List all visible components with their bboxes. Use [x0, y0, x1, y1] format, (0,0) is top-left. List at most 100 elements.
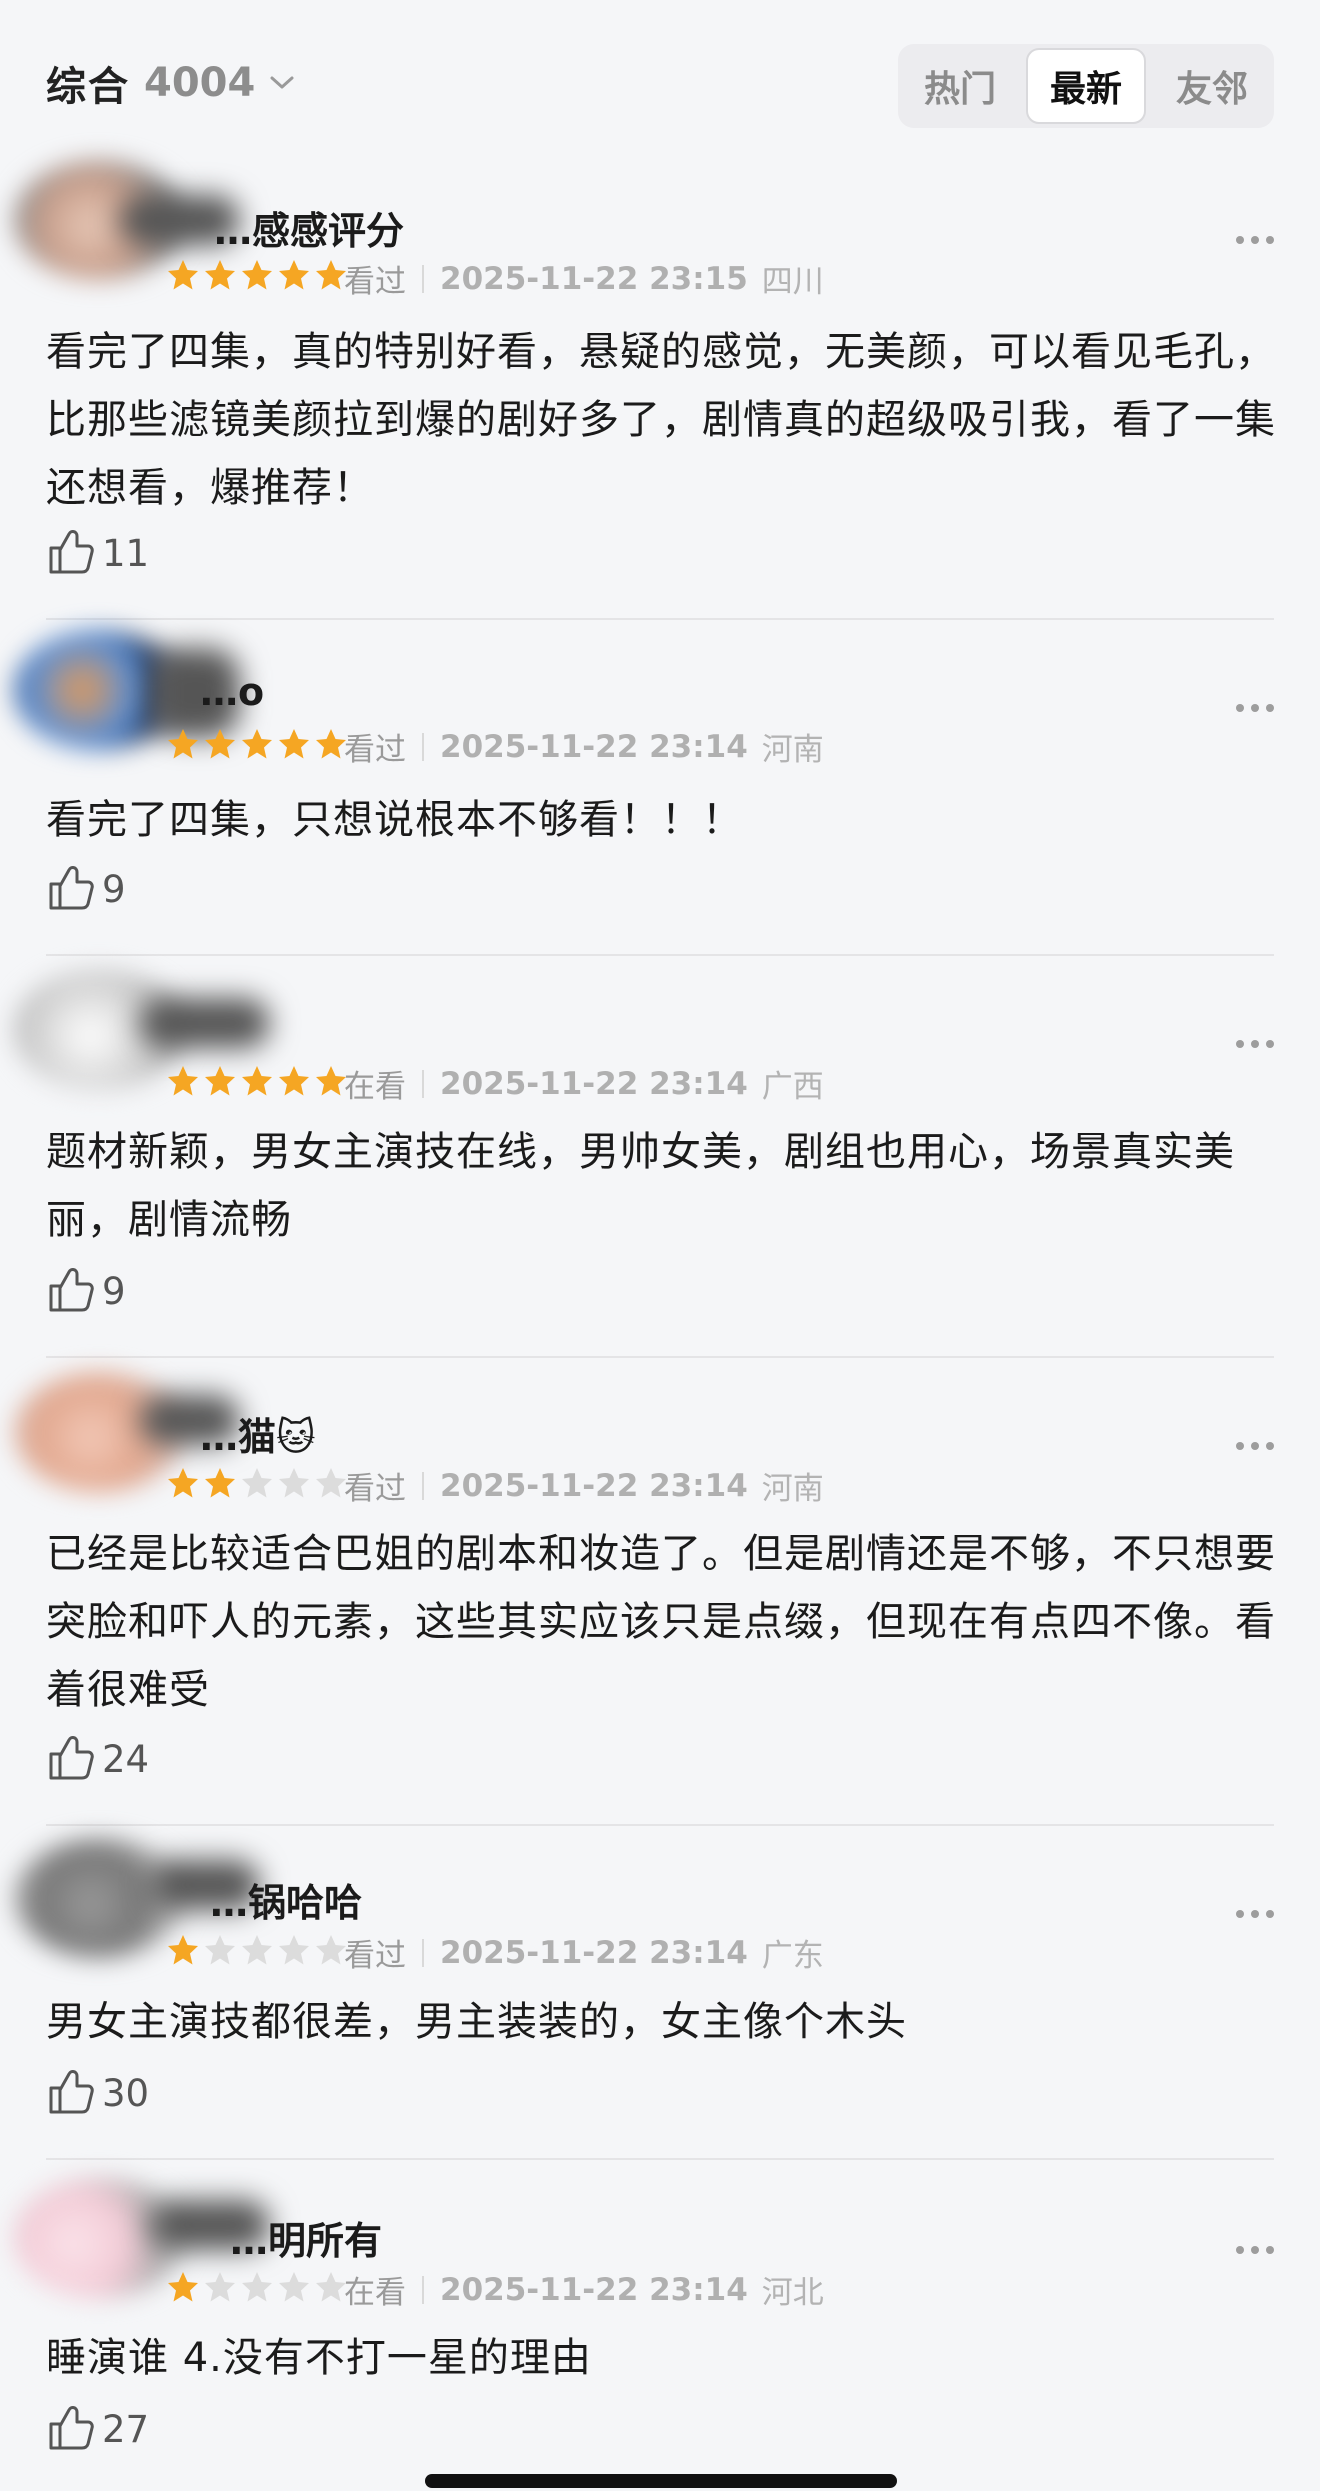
tab-friends[interactable]: 友邻: [1154, 48, 1270, 124]
divider: [46, 1356, 1274, 1358]
review-meta: 在看 2025-11-22 23:14 广西: [344, 1061, 824, 1106]
name-redaction: [140, 998, 270, 1048]
star-empty-icon: [279, 2272, 309, 2302]
star-filled-icon: [168, 729, 198, 759]
review-time: 2025-11-22 23:14: [440, 1934, 748, 1971]
reviewer-name[interactable]: …明所有: [230, 2210, 382, 2265]
watch-status: 在看: [344, 1069, 406, 1105]
review-time: 2025-11-22 23:14: [440, 2271, 748, 2308]
review-text: 看完了四集，只想说根本不够看！！！: [46, 797, 743, 843]
star-filled-icon: [205, 1468, 235, 1498]
more-options-icon[interactable]: [1236, 1040, 1274, 1048]
star-empty-icon: [316, 1468, 346, 1498]
star-filled-icon: [316, 260, 346, 290]
more-options-icon[interactable]: [1236, 1910, 1274, 1918]
thumbs-up-icon: [46, 862, 96, 916]
star-empty-icon: [205, 1935, 235, 1965]
like-count: 11: [102, 531, 150, 575]
watch-status: 看过: [344, 1938, 406, 1974]
review-time: 2025-11-22 23:14: [440, 1065, 748, 1102]
thumbs-up-icon: [46, 2402, 96, 2456]
star-filled-icon: [168, 260, 198, 290]
reviewer-name[interactable]: …o: [200, 670, 264, 714]
sort-tabs: 热门 最新 友邻: [898, 44, 1274, 128]
star-filled-icon: [279, 260, 309, 290]
review-region: 河南: [761, 732, 824, 768]
tab-latest[interactable]: 最新: [1026, 48, 1146, 124]
review-count: 4004: [144, 60, 256, 106]
star-empty-icon: [316, 1935, 346, 1965]
reviewer-name[interactable]: …猫🐱: [200, 1406, 316, 1461]
review-meta: 看过 2025-11-22 23:15 四川: [344, 256, 824, 301]
star-filled-icon: [316, 1066, 346, 1096]
divider: [46, 2158, 1274, 2160]
star-filled-icon: [242, 729, 272, 759]
more-options-icon[interactable]: [1236, 2246, 1274, 2254]
thumbs-up-icon: [46, 2066, 96, 2120]
star-filled-icon: [168, 1468, 198, 1498]
like-button[interactable]: 11: [46, 526, 149, 580]
review-time: 2025-11-22 23:14: [440, 728, 748, 765]
more-options-icon[interactable]: [1236, 236, 1274, 244]
home-indicator[interactable]: [425, 2474, 897, 2488]
review-time: 2025-11-22 23:15: [440, 260, 748, 297]
star-filled-icon: [168, 1066, 198, 1096]
watch-status: 看过: [344, 732, 406, 768]
review-meta: 在看 2025-11-22 23:14 河北: [344, 2267, 824, 2312]
like-button[interactable]: 9: [46, 862, 126, 916]
review-region: 广东: [761, 1938, 824, 1974]
rating-stars: [166, 2270, 351, 2304]
tab-hot[interactable]: 热门: [902, 48, 1018, 124]
review-meta: 看过 2025-11-22 23:14 河南: [344, 1463, 824, 1508]
sort-dropdown[interactable]: 综合 4004: [46, 54, 295, 112]
review-meta: 看过 2025-11-22 23:14 广东: [344, 1930, 824, 1975]
star-filled-icon: [205, 260, 235, 290]
star-filled-icon: [279, 729, 309, 759]
like-count: 9: [102, 867, 126, 911]
reviewer-name[interactable]: …锅哈哈: [210, 1872, 362, 1927]
reviewer-name[interactable]: …感感评分: [214, 200, 404, 255]
review-region: 河北: [761, 2275, 824, 2311]
more-options-icon[interactable]: [1236, 1442, 1274, 1450]
rating-stars: [166, 258, 351, 292]
review-text: 睡演谁 4.没有不打一星的理由: [46, 2335, 592, 2381]
like-button[interactable]: 30: [46, 2066, 149, 2120]
meta-divider: [422, 1938, 424, 1967]
meta-divider: [422, 264, 424, 293]
like-count: 9: [102, 1269, 126, 1313]
star-empty-icon: [242, 2272, 272, 2302]
review-meta: 看过 2025-11-22 23:14 河南: [344, 724, 824, 769]
divider: [46, 1824, 1274, 1826]
rating-stars: [166, 1933, 351, 1967]
like-button[interactable]: 9: [46, 1264, 126, 1318]
star-filled-icon: [242, 260, 272, 290]
divider: [46, 618, 1274, 620]
star-filled-icon: [168, 2272, 198, 2302]
meta-divider: [422, 1069, 424, 1098]
thumbs-up-icon: [46, 1264, 96, 1318]
star-filled-icon: [168, 1935, 198, 1965]
more-options-icon[interactable]: [1236, 704, 1274, 712]
star-filled-icon: [205, 1066, 235, 1096]
review-text: 题材新颖，男女主演技在线，男帅女美，剧组也用心，场景真实美丽，剧情流畅: [46, 1129, 1235, 1243]
meta-divider: [422, 1471, 424, 1500]
chevron-down-icon: [269, 75, 295, 95]
like-button[interactable]: 27: [46, 2402, 149, 2456]
like-count: 24: [102, 1737, 150, 1781]
comments-header: 综合 4004 热门 最新 友邻: [0, 0, 1320, 160]
meta-divider: [422, 2275, 424, 2304]
watch-status: 在看: [344, 2275, 406, 2311]
review-region: 河南: [761, 1471, 824, 1507]
review-region: 四川: [761, 264, 824, 300]
rating-stars: [166, 1064, 351, 1098]
like-button[interactable]: 24: [46, 1732, 149, 1786]
rating-stars: [166, 727, 351, 761]
watch-status: 看过: [344, 1471, 406, 1507]
star-empty-icon: [279, 1468, 309, 1498]
star-empty-icon: [205, 2272, 235, 2302]
thumbs-up-icon: [46, 526, 96, 580]
review-text: 看完了四集，真的特别好看，悬疑的感觉，无美颜，可以看见毛孔，比那些滤镜美颜拉到爆…: [46, 329, 1276, 511]
review-time: 2025-11-22 23:14: [440, 1467, 748, 1504]
star-filled-icon: [279, 1066, 309, 1096]
thumbs-up-icon: [46, 1732, 96, 1786]
